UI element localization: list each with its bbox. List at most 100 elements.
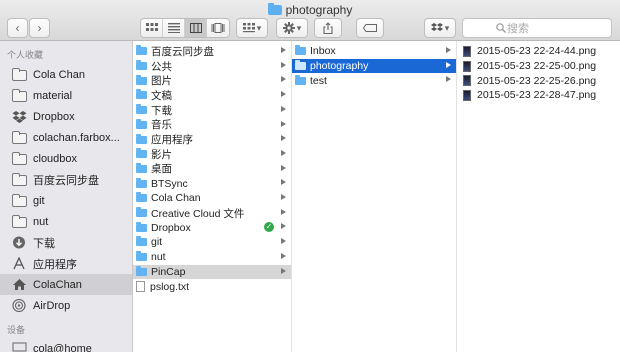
item-label: Inbox — [310, 45, 336, 58]
list-item[interactable]: 应用程序 — [133, 132, 291, 147]
chevron-right-icon — [281, 267, 286, 274]
tag-icon — [363, 24, 377, 32]
list-item[interactable]: 2015-05-23 22-28-47.png — [457, 88, 620, 103]
sidebar-item-label: cloudbox — [33, 152, 78, 165]
folder-icon — [12, 88, 27, 102]
list-item[interactable]: Inbox — [292, 44, 456, 59]
back-button[interactable]: ‹ — [7, 18, 28, 38]
home-icon — [13, 279, 26, 290]
edit-tags-button[interactable] — [356, 18, 384, 38]
list-item[interactable]: 下载 — [133, 103, 291, 118]
chevron-right-icon — [281, 238, 286, 245]
list-item[interactable]: nut — [133, 250, 291, 265]
dropbox-button[interactable]: ▾ — [424, 18, 456, 38]
list-item[interactable]: 音乐 — [133, 118, 291, 133]
window-title: photography — [0, 2, 620, 18]
share-button[interactable] — [314, 18, 342, 38]
browser-column-pincap[interactable]: Inbox photography test — [292, 41, 457, 352]
folder-icon — [12, 151, 27, 165]
list-item[interactable]: 桌面 — [133, 162, 291, 177]
item-label: 图片 — [151, 75, 172, 88]
item-label: 百度云同步盘 — [151, 45, 214, 58]
action-button[interactable]: ▾ — [276, 18, 308, 38]
sidebar: 个人收藏 Cola Chan material Dropbox colachan… — [0, 41, 133, 352]
sidebar-heading-favorites: 个人收藏 — [7, 50, 44, 60]
folder-icon — [136, 162, 147, 173]
list-item[interactable]: Cola Chan — [133, 191, 291, 206]
airdrop-icon — [12, 299, 26, 312]
download-icon — [13, 236, 25, 249]
list-item[interactable]: 影片 — [133, 147, 291, 162]
folder-icon — [136, 221, 147, 232]
list-item[interactable]: photography — [292, 58, 456, 74]
list-item[interactable]: pslog.txt — [133, 279, 291, 294]
item-label: 2015-05-23 22-28-47.png — [477, 89, 597, 102]
item-label: nut — [151, 251, 166, 264]
sidebar-item-farbox[interactable]: colachan.farbox... — [0, 127, 132, 148]
image-file-icon — [463, 45, 471, 57]
list-item[interactable]: 2015-05-23 22-25-26.png — [457, 73, 620, 88]
folder-icon — [12, 67, 27, 81]
chevron-right-icon — [281, 179, 286, 186]
folder-icon — [136, 133, 147, 144]
folder-icon — [136, 104, 147, 115]
sidebar-item-cloudbox[interactable]: cloudbox — [0, 148, 132, 169]
list-item[interactable]: Dropbox ✓ — [133, 220, 291, 235]
list-item[interactable]: git — [133, 235, 291, 250]
sidebar-item-material[interactable]: material — [0, 85, 132, 106]
list-item[interactable]: 2015-05-23 22-25-00.png — [457, 59, 620, 74]
list-view-icon — [167, 23, 180, 33]
sidebar-item-home[interactable]: ColaChan — [0, 274, 132, 295]
search-field[interactable]: 搜索 — [462, 18, 612, 38]
item-label: BTSync — [151, 177, 188, 190]
arrange-button[interactable]: ▾ — [236, 18, 268, 38]
item-label: git — [151, 236, 163, 249]
view-switcher — [140, 18, 230, 38]
sidebar-item-applications[interactable]: 应用程序 — [0, 253, 132, 274]
chevron-down-icon: ▾ — [444, 22, 450, 33]
folder-icon — [295, 60, 306, 71]
sidebar-item-baidu-sync[interactable]: 百度云同步盘 — [0, 169, 132, 190]
sidebar-item-downloads[interactable]: 下载 — [0, 232, 132, 253]
browser-column-home[interactable]: 百度云同步盘 公共 图片 文稿 下载 音乐 应用程序 影片 桌面 BTSync … — [133, 41, 292, 352]
list-item[interactable]: Creative Cloud 文件 — [133, 206, 291, 221]
chevron-right-icon — [281, 105, 286, 112]
chevron-right-icon — [281, 61, 286, 68]
item-label: 公共 — [151, 60, 172, 73]
list-view-button[interactable] — [163, 19, 185, 37]
list-item[interactable]: 图片 — [133, 73, 291, 88]
sidebar-item-dropbox[interactable]: Dropbox — [0, 106, 132, 127]
list-item[interactable]: 百度云同步盘 — [133, 44, 291, 59]
column-view-button[interactable] — [185, 19, 207, 37]
item-label: 应用程序 — [151, 134, 193, 147]
sidebar-item-computer[interactable]: cola@home — [0, 338, 132, 352]
list-item[interactable]: 文稿 — [133, 88, 291, 103]
item-label: 2015-05-23 22-24-44.png — [477, 45, 597, 58]
list-item[interactable]: BTSync — [133, 176, 291, 191]
sidebar-item-airdrop[interactable]: AirDrop — [0, 295, 132, 316]
list-item[interactable]: test — [292, 73, 456, 88]
folder-icon — [136, 60, 147, 71]
sidebar-item-label: nut — [33, 215, 49, 228]
list-item[interactable]: 公共 — [133, 59, 291, 74]
icon-view-button[interactable] — [141, 19, 163, 37]
item-label: 影片 — [151, 148, 172, 161]
list-item[interactable]: PinCap — [133, 264, 291, 280]
chevron-right-icon — [281, 223, 286, 230]
chevron-down-icon: ▾ — [296, 22, 302, 33]
item-label: 桌面 — [151, 163, 172, 176]
browser-column-photography[interactable]: 2015-05-23 22-24-44.png 2015-05-23 22-25… — [457, 41, 620, 352]
list-item[interactable]: 2015-05-23 22-24-44.png — [457, 44, 620, 59]
share-icon — [323, 22, 333, 34]
item-label: 2015-05-23 22-25-00.png — [477, 60, 597, 73]
sidebar-item-nut[interactable]: nut — [0, 211, 132, 232]
folder-icon — [136, 192, 147, 203]
sidebar-item-label: 百度云同步盘 — [33, 174, 99, 187]
sidebar-item-git[interactable]: git — [0, 190, 132, 211]
folder-icon — [136, 74, 147, 85]
dropbox-icon — [430, 23, 443, 31]
sidebar-item-cola-chan[interactable]: Cola Chan — [0, 64, 132, 85]
coverflow-view-button[interactable] — [207, 19, 229, 37]
forward-button[interactable]: › — [29, 18, 50, 38]
item-label: Cola Chan — [151, 192, 201, 205]
